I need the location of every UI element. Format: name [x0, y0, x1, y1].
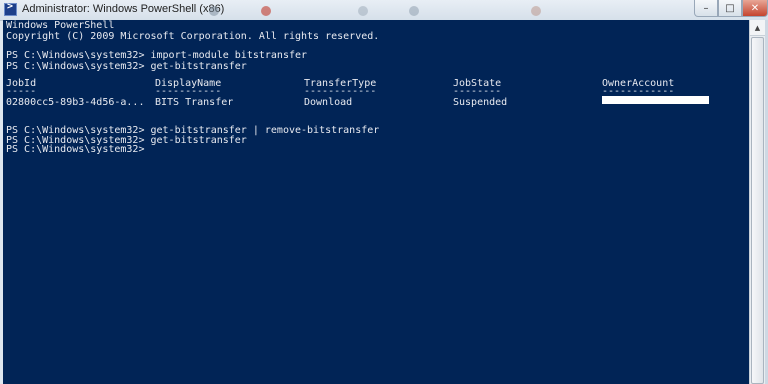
table-cell-jobid: 02800cc5-89b3-4d56-a...: [6, 97, 145, 108]
window-title: Administrator: Windows PowerShell (x86): [22, 3, 225, 15]
table-header-underline: -----: [6, 86, 37, 97]
scroll-up-arrow-icon[interactable]: ▲: [750, 20, 765, 36]
scrollbar-thumb[interactable]: [751, 37, 764, 384]
command-line: PS C:\Windows\system32> get-bitstransfer: [6, 61, 247, 72]
banner-line: Copyright (C) 2009 Microsoft Corporation…: [6, 31, 380, 42]
table-header-underline: --------: [453, 86, 502, 97]
banner-line: Windows PowerShell: [6, 20, 115, 31]
title-bar[interactable]: Administrator: Windows PowerShell (x86) …: [0, 0, 768, 21]
maximize-button[interactable]: □: [718, 0, 742, 17]
minimize-button[interactable]: –: [694, 0, 718, 17]
vertical-scrollbar[interactable]: ▲: [749, 20, 765, 384]
console-output[interactable]: Windows PowerShell Copyright (C) 2009 Mi…: [3, 20, 749, 384]
command-line: PS C:\Windows\system32> import-module bi…: [6, 50, 308, 61]
background-app-icon: [358, 6, 368, 16]
background-app-icon: [261, 6, 271, 16]
redacted-owner-account: [602, 96, 709, 104]
table-header-underline: ------------: [304, 86, 377, 97]
table-cell-jobstate: Suspended: [453, 97, 508, 108]
table-header-underline: -----------: [155, 86, 222, 97]
powershell-window: Administrator: Windows PowerShell (x86) …: [0, 0, 768, 384]
prompt-line: PS C:\Windows\system32>: [6, 144, 145, 155]
table-cell-transfertype: Download: [304, 97, 353, 108]
background-app-icon: [531, 6, 541, 16]
table-cell-displayname: BITS Transfer: [155, 97, 234, 108]
powershell-icon: [4, 1, 17, 16]
close-button[interactable]: ✕: [742, 0, 768, 17]
background-app-icon: [209, 6, 219, 16]
background-app-icon: [409, 6, 419, 16]
